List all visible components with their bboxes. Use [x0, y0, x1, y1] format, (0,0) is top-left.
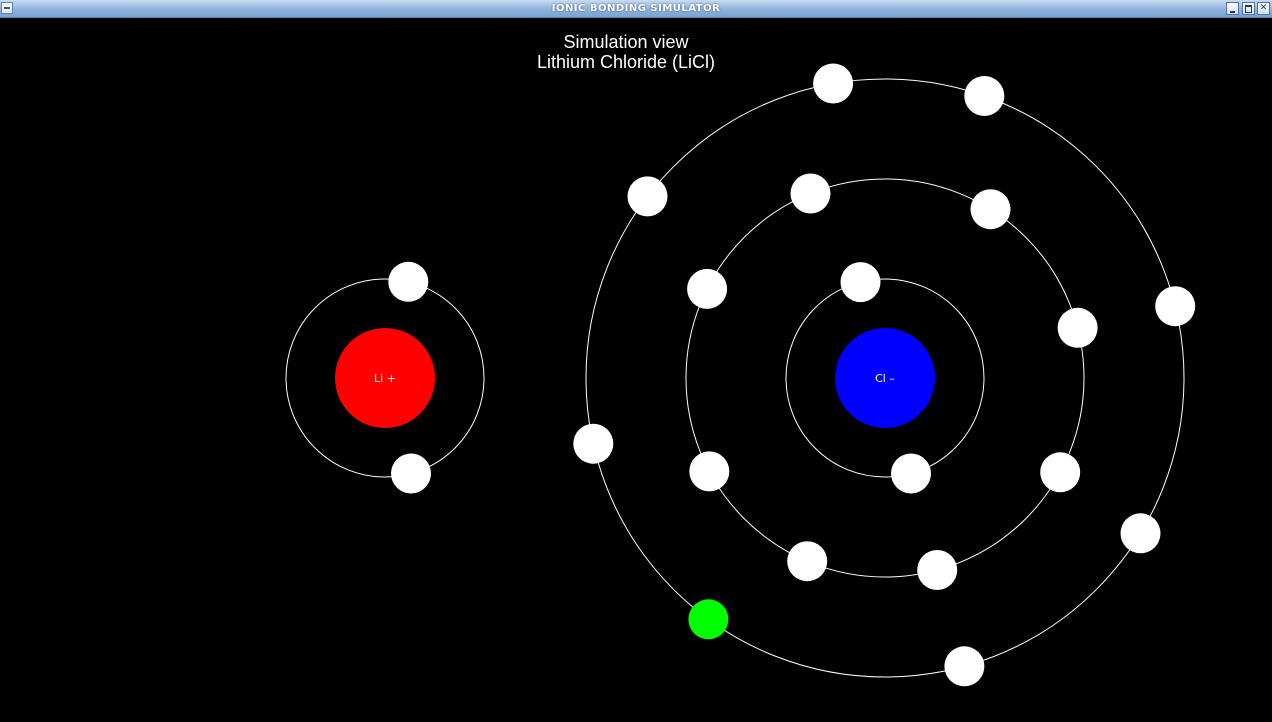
chlorine-electron[interactable] [1057, 307, 1098, 348]
chlorine-label: Cl – [875, 372, 895, 385]
lithium-label: Li + [374, 372, 396, 385]
chlorine-electron[interactable] [840, 262, 881, 303]
lithium-electron[interactable] [391, 453, 431, 494]
maximize-icon[interactable] [1242, 2, 1255, 15]
chlorine-electron[interactable] [1040, 452, 1081, 493]
chlorine-electron[interactable] [787, 541, 828, 582]
simulator-window: IONIC BONDING SIMULATOR ✕ Li + Cl – Simul… [0, 0, 1272, 722]
chlorine-electron[interactable] [573, 423, 614, 464]
compound-name: Lithium Chloride (LiCl) [536, 52, 716, 72]
chlorine-electron[interactable] [1120, 513, 1161, 554]
chlorine-electron[interactable] [964, 76, 1005, 116]
title-bar[interactable]: IONIC BONDING SIMULATOR ✕ [0, 0, 1272, 18]
chlorine-electron[interactable] [1155, 286, 1196, 327]
simulation-view-title: Simulation view [563, 32, 689, 52]
lithium-atom: Li + [285, 261, 485, 494]
minimize-icon[interactable] [1226, 2, 1239, 15]
chlorine-electron[interactable] [627, 176, 668, 217]
simulation-canvas: Li + Cl – [285, 63, 1196, 687]
chlorine-electron[interactable] [689, 451, 730, 492]
transferred-electron[interactable] [688, 599, 729, 640]
lithium-electron[interactable] [388, 261, 429, 302]
chlorine-electron[interactable] [790, 173, 831, 214]
window-title: IONIC BONDING SIMULATOR [551, 3, 721, 14]
chlorine-electron[interactable] [970, 189, 1011, 230]
chlorine-electron[interactable] [944, 646, 985, 687]
atoms-layer: Li + Cl – [285, 63, 1196, 687]
chlorine-atom: Cl – [573, 63, 1196, 687]
chlorine-electron[interactable] [891, 453, 931, 494]
chlorine-electron[interactable] [687, 268, 728, 309]
chlorine-electron[interactable] [917, 550, 958, 590]
close-icon[interactable]: ✕ [1257, 2, 1270, 15]
